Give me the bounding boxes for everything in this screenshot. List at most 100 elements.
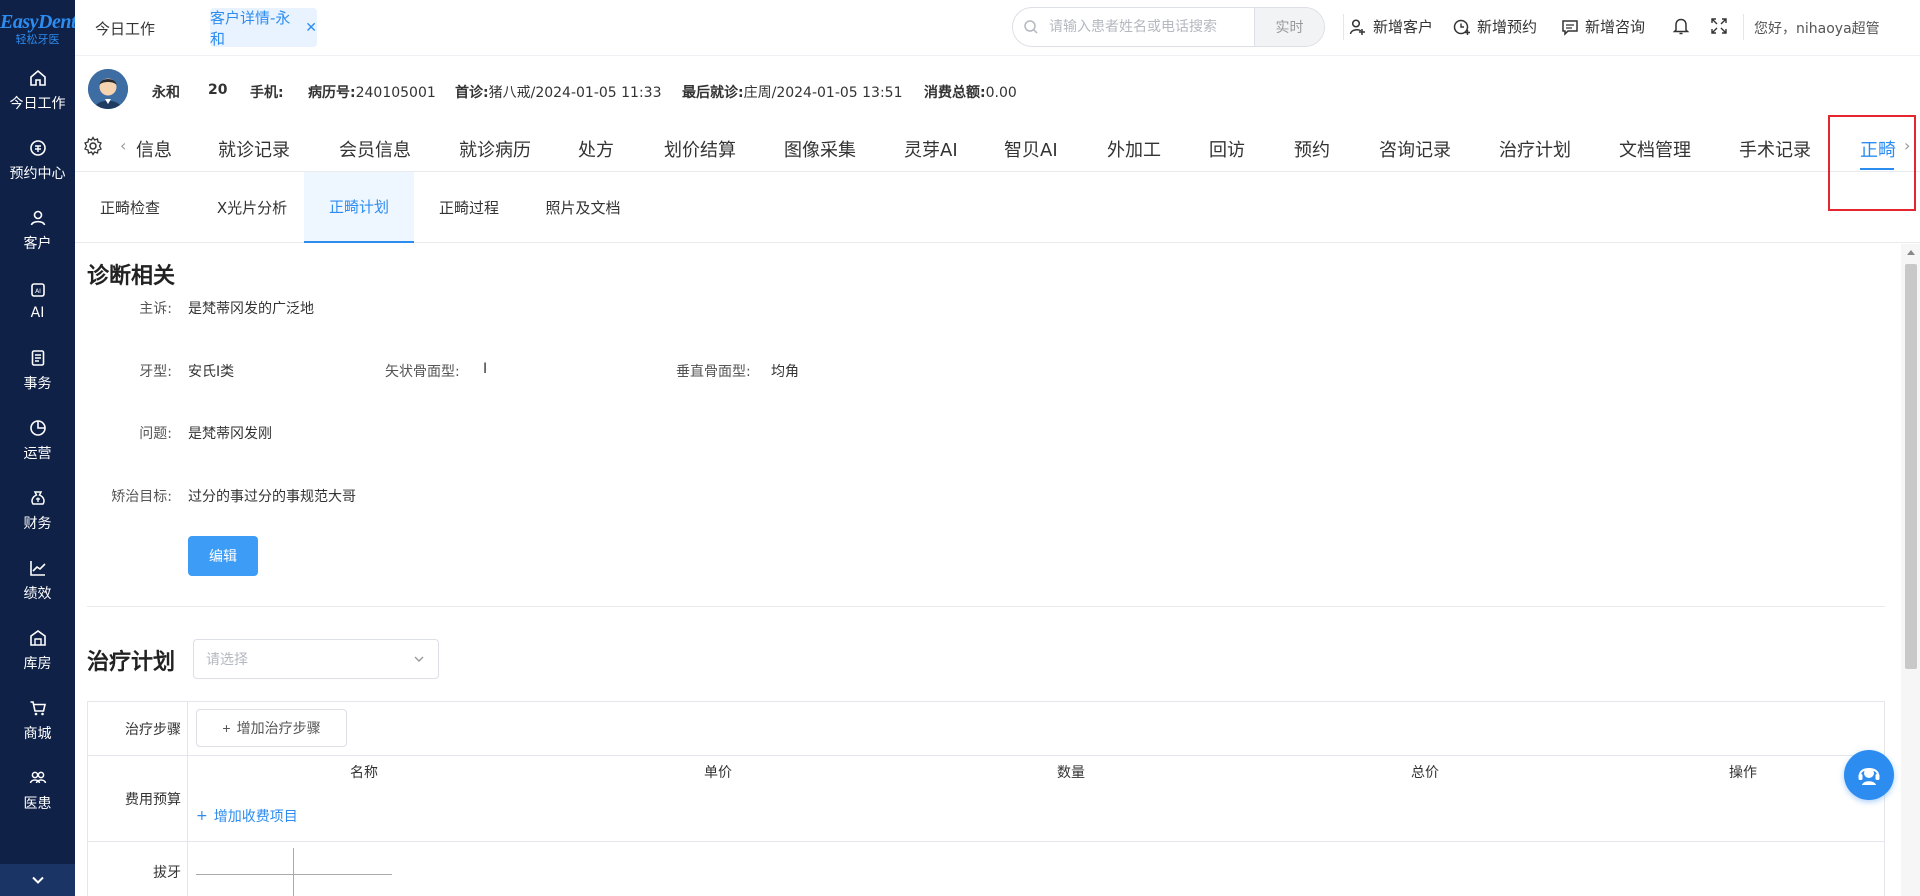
search-input[interactable] [1049,19,1254,35]
tab-billing[interactable]: 划价结算 [664,136,736,162]
sidebar-expand-button[interactable] [0,864,75,896]
brand-name-en: EasyDent [0,11,77,33]
sidebar-item-customers[interactable]: 客户 [0,196,75,266]
tab-medical-records[interactable]: 就诊病历 [459,136,531,162]
sidebar-item-label: 客户 [23,236,52,252]
col-unit-price-header: 单价 [704,765,732,781]
tab-customer-detail[interactable]: 客户详情-永和 ✕ [210,8,317,48]
treatment-plan-select[interactable]: 请选择 [193,639,439,679]
subtab-photos-documents[interactable]: 照片及文档 [524,172,642,243]
sidebar-item-doctor-patient[interactable]: 医患 [0,756,75,826]
gear-icon[interactable] [83,136,103,160]
ai-chip-icon: AI [30,283,45,297]
sub-tabs: 正畸检查 X光片分析 正畸计划 正畸过程 照片及文档 [75,172,1920,243]
message-icon [1562,19,1578,36]
problem-value: 是梵蒂冈发刚 [188,426,272,442]
tab-appointment[interactable]: 预约 [1294,136,1330,162]
tab-surgery-records[interactable]: 手术记录 [1739,136,1811,162]
top-header: 今日工作 客户详情-永和 ✕ 实时 新增客户 新增预约 新增咨询 您好，niha… [75,0,1920,56]
line-chart-icon [29,561,46,576]
tab-follow-up[interactable]: 回访 [1209,136,1245,162]
patient-info-bar: 永和 20 手机: 病历号:240105001 首诊:猪八戒/2024-01-0… [75,56,1920,122]
sidebar-item-ai[interactable]: AI AI [0,266,75,336]
pie-chart-icon [29,420,46,436]
edit-button[interactable]: 编辑 [188,536,258,576]
chevron-down-icon [31,876,44,884]
search-mode-button[interactable]: 实时 [1254,8,1324,46]
subtab-ortho-exam[interactable]: 正畸检查 [75,172,185,243]
add-user-icon [1349,18,1365,35]
add-fee-item-label: 增加收费项目 [213,809,298,825]
tab-treatment-plan[interactable]: 治疗计划 [1499,136,1571,162]
tab-consult-records[interactable]: 咨询记录 [1379,136,1451,162]
sidebar-item-operations[interactable]: 运营 [0,406,75,476]
patient-last-visit: 最后就诊:庄周/2024-01-05 13:51 [682,85,903,101]
tooth-type-value: 安氏Ⅰ类 [188,364,235,380]
tab-visit-records[interactable]: 就诊记录 [218,136,290,162]
add-clock-icon [1453,19,1470,35]
tab-image-capture[interactable]: 图像采集 [784,136,856,162]
scroll-thumb[interactable] [1905,264,1917,669]
sidebar-item-label: 医患 [23,796,52,812]
vertical-value: 均角 [771,364,799,380]
sidebar-item-appointments[interactable]: 预约中心 [0,126,75,196]
scrollbar[interactable] [1901,244,1920,896]
bell-icon[interactable] [1671,16,1691,40]
sidebar-item-today-work[interactable]: 今日工作 [0,56,75,126]
sidebar-item-label: 商城 [23,726,52,742]
chevron-down-icon [414,656,424,662]
tooth-chart-grid[interactable] [196,848,392,896]
tab-zhibei-ai[interactable]: 智贝AI [1004,136,1058,162]
sidebar-item-label: 事务 [23,376,52,392]
tab-lingya-ai[interactable]: 灵芽AI [904,136,958,162]
customer-service-button[interactable] [1844,750,1894,800]
sidebar-item-mall[interactable]: 商城 [0,686,75,756]
tab-today-work[interactable]: 今日工作 [95,18,155,39]
divider [1343,14,1344,40]
document-icon [31,350,44,366]
ortho-plan-content: 诊断相关 主诉: 是梵蒂冈发的广泛地 牙型: 安氏Ⅰ类 矢状骨面型: Ⅰ 垂直骨… [75,244,1887,896]
tab-prescription[interactable]: 处方 [578,136,614,162]
subtab-xray-analysis[interactable]: X光片分析 [185,172,319,243]
new-consult-button[interactable]: 新增咨询 [1561,16,1645,37]
brand-name-cn: 轻松牙医 [15,33,60,46]
tab-external-processing[interactable]: 外加工 [1107,136,1161,162]
fullscreen-icon[interactable] [1709,16,1729,40]
add-step-button[interactable]: + 增加治疗步骤 [196,709,347,747]
steps-label: 治疗步骤 [88,702,188,755]
add-fee-item-link[interactable]: + 增加收费项目 [196,806,298,826]
tab-member-info[interactable]: 会员信息 [339,136,411,162]
complaint-value: 是梵蒂冈发的广泛地 [188,301,314,317]
close-icon[interactable]: ✕ [305,20,317,36]
complaint-label: 主诉: [139,301,172,317]
sidebar-item-label: 库房 [23,656,52,672]
patient-total-spend: 消费总额:0.00 [924,85,1017,101]
sidebar-item-affairs[interactable]: 事务 [0,336,75,406]
brand-logo[interactable]: EasyDent 轻松牙医 [0,0,77,56]
new-appointment-label: 新增预约 [1477,18,1538,36]
sidebar-item-performance[interactable]: 绩效 [0,546,75,616]
col-quantity-header: 数量 [1057,765,1085,781]
new-customer-button[interactable]: 新增客户 [1349,16,1433,37]
scroll-up-arrow[interactable] [1907,250,1915,255]
tab-info[interactable]: 信息 [136,136,172,162]
subtab-ortho-process[interactable]: 正畸过程 [414,172,524,243]
col-total-header: 总价 [1411,765,1439,781]
col-action-header: 操作 [1729,765,1757,781]
avatar[interactable] [88,69,128,109]
sidebar-item-warehouse[interactable]: 库房 [0,616,75,686]
headset-icon [1858,768,1880,785]
sagittal-value: Ⅰ [483,361,488,377]
plus-icon: + [196,808,208,824]
user-greeting[interactable]: 您好，nihaoya超管 [1754,18,1880,38]
sidebar-item-label: 财务 [23,516,52,532]
sidebar-item-finance[interactable]: 财务 [0,476,75,546]
treatment-plan-table: 治疗步骤 + 增加治疗步骤 费用预算 名称 单价 数量 总价 操作 + 增加收费… [87,701,1885,896]
new-appointment-button[interactable]: 新增预约 [1453,16,1537,37]
col-name-header: 名称 [350,765,378,781]
divider [1743,14,1744,40]
tabs-scroll-left[interactable]: ‹ [120,136,126,155]
subtab-ortho-plan[interactable]: 正畸计划 [304,172,414,243]
patient-name: 永和 [152,85,180,101]
tab-documents[interactable]: 文档管理 [1619,136,1691,162]
